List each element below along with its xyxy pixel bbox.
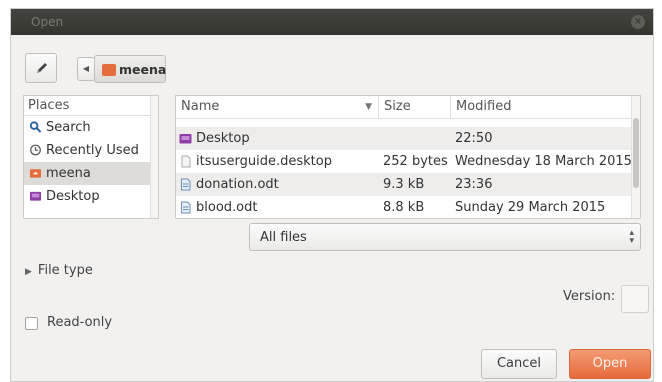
places-item-label: Desktop xyxy=(46,189,100,204)
read-only-checkbox[interactable] xyxy=(25,317,38,330)
places-item-label: Search xyxy=(46,120,91,135)
file-list-scrollbar[interactable] xyxy=(631,96,640,218)
clock-icon xyxy=(30,144,41,156)
file-type-expander[interactable]: ▶ File type xyxy=(25,263,93,278)
close-icon[interactable]: ✕ xyxy=(631,15,645,29)
open-dialog: Open ✕ ◀ meena Places Search Recently Us… xyxy=(10,8,654,382)
places-item-search[interactable]: Search xyxy=(24,116,158,139)
places-scrollbar[interactable] xyxy=(150,96,158,218)
left-arrow-icon: ◀ xyxy=(82,64,90,73)
places-sidebar: Places Search Recently Used meena Deskto… xyxy=(23,95,159,219)
desktop-folder-icon xyxy=(179,134,192,144)
file-filter-value: All files xyxy=(260,230,307,245)
file-size: 8.8 kB xyxy=(383,200,425,215)
places-item-home[interactable]: meena xyxy=(24,162,158,185)
header-divider xyxy=(176,118,640,119)
file-name: blood.odt xyxy=(196,200,258,215)
file-icon xyxy=(181,155,191,168)
file-size: 9.3 kB xyxy=(383,177,425,192)
version-spinner[interactable] xyxy=(621,285,649,313)
pencil-icon xyxy=(37,63,47,73)
places-header: Places xyxy=(24,96,158,116)
desktop-folder-icon xyxy=(29,191,42,201)
home-folder-icon xyxy=(29,169,42,178)
file-list: Name ▼ Size Modified Desktop 22:50 itsus… xyxy=(175,95,641,219)
file-name: Desktop xyxy=(196,131,250,146)
path-button-home[interactable]: meena xyxy=(94,55,166,83)
file-name: itsuserguide.desktop xyxy=(196,154,332,169)
table-row[interactable]: itsuserguide.desktop 252 bytes Wednesday… xyxy=(176,150,632,173)
file-modified: Wednesday 18 March 2015 xyxy=(455,154,632,169)
sort-down-icon: ▼ xyxy=(365,102,372,112)
file-modified: 22:50 xyxy=(455,131,493,146)
document-icon xyxy=(181,201,191,214)
table-row[interactable]: Desktop 22:50 xyxy=(176,127,632,150)
path-back-button[interactable]: ◀ xyxy=(77,57,95,81)
search-icon xyxy=(29,121,42,133)
titlebar: Open ✕ xyxy=(11,9,653,35)
file-modified: 23:36 xyxy=(455,177,493,192)
home-folder-icon xyxy=(102,64,116,76)
read-only-label: Read-only xyxy=(47,315,113,330)
expander-triangle-icon: ▶ xyxy=(25,267,32,277)
type-location-button[interactable] xyxy=(25,53,57,83)
places-item-label: Recently Used xyxy=(46,143,139,158)
window-title: Open xyxy=(31,15,64,29)
scrollbar-thumb[interactable] xyxy=(633,118,639,188)
places-item-label: meena xyxy=(46,166,91,181)
path-button-label: meena xyxy=(119,62,167,77)
table-row[interactable]: blood.odt 8.8 kB Sunday 29 March 2015 xyxy=(176,196,632,218)
column-header-size[interactable]: Size xyxy=(379,96,451,118)
file-size: 252 bytes xyxy=(383,154,448,169)
document-icon xyxy=(181,178,191,191)
file-modified: Sunday 29 March 2015 xyxy=(455,200,606,215)
file-filter-combo[interactable]: All files ▴ ▾ xyxy=(249,223,641,251)
file-type-label: File type xyxy=(37,263,93,278)
file-name: donation.odt xyxy=(196,177,279,192)
column-header-name[interactable]: Name ▼ xyxy=(176,96,379,118)
places-item-desktop[interactable]: Desktop xyxy=(24,185,158,208)
open-button[interactable]: Open xyxy=(569,349,651,379)
table-row[interactable]: donation.odt 9.3 kB 23:36 xyxy=(176,173,632,196)
places-item-recent[interactable]: Recently Used xyxy=(24,139,158,162)
column-header-modified[interactable]: Modified xyxy=(451,96,632,118)
up-down-arrows-icon: ▴ ▾ xyxy=(629,228,634,246)
cancel-button[interactable]: Cancel xyxy=(481,349,557,379)
version-label: Version: xyxy=(563,289,616,304)
